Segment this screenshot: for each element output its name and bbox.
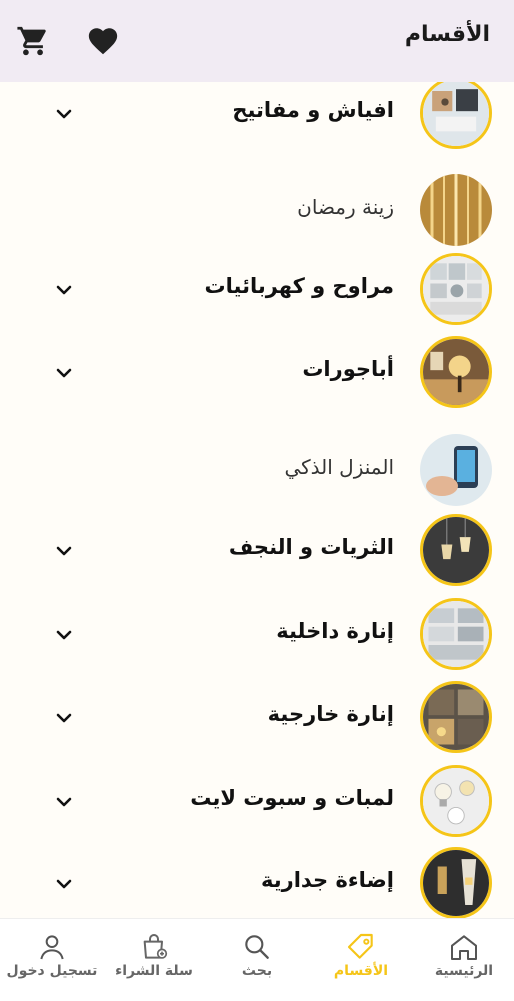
cart-icon[interactable] [16,24,50,58]
nav-home[interactable]: الرئيسية [422,919,506,1001]
category-label: زينة رمضان [297,195,394,219]
category-thumbnail [420,174,492,246]
chevron-down-icon[interactable] [52,539,76,563]
chevron-down-icon[interactable] [52,102,76,126]
category-label: أباجورات [302,357,394,381]
chevron-down-icon[interactable] [52,623,76,647]
shopping-bag-icon [143,934,168,959]
category-label: لمبات و سبوت لايت [190,786,394,810]
category-thumbnail [420,253,492,325]
category-list[interactable]: افياش و مفاتيح زينة رمضان مراوح و كهربائ… [0,82,514,918]
category-item-ramadan-decor[interactable]: زينة رمضان [0,171,514,255]
search-icon [245,935,269,959]
category-label: مراوح و كهربائيات [204,274,394,298]
category-thumbnail [420,434,492,506]
nav-cart-label: سلة الشراء [115,963,193,979]
category-thumbnail [420,514,492,586]
home-icon [451,935,477,960]
category-item-switches[interactable]: افياش و مفاتيح [0,82,514,158]
category-thumbnail [420,847,492,918]
category-thumbnail [420,82,492,149]
category-item-wall-lighting[interactable]: إضاءة جدارية [0,844,514,918]
tag-icon [347,933,373,959]
nav-login[interactable]: تسجيل دخول [0,919,104,1001]
category-thumbnail [420,336,492,408]
category-thumbnail [420,765,492,837]
category-label: إنارة خارجية [267,702,394,726]
category-thumbnail [420,598,492,670]
category-item-lamps[interactable]: أباجورات [0,333,514,417]
category-item-chandeliers[interactable]: الثريات و النجف [0,511,514,595]
user-icon [40,935,64,960]
app-header: الأقسام [0,0,514,82]
nav-login-label: تسجيل دخول [6,963,98,979]
heart-icon[interactable] [86,24,120,58]
nav-categories[interactable]: الأقسام [322,919,400,1001]
nav-cart[interactable]: سلة الشراء [106,919,202,1001]
category-label: افياش و مفاتيح [232,98,394,122]
category-item-smart-home[interactable]: المنزل الذكي [0,431,514,515]
nav-home-label: الرئيسية [434,963,494,979]
nav-categories-label: الأقسام [333,963,389,979]
chevron-down-icon[interactable] [52,278,76,302]
category-item-fans[interactable]: مراوح و كهربائيات [0,250,514,334]
nav-search-label: بحث [241,963,273,979]
page-title: الأقسام [404,22,490,47]
chevron-down-icon[interactable] [52,790,76,814]
chevron-down-icon[interactable] [52,361,76,385]
chevron-down-icon[interactable] [52,872,76,896]
bottom-navigation: الرئيسية الأقسام بحث سلة الشراء تسجيل دخ… [0,918,514,1001]
category-label: إضاءة جدارية [261,868,394,892]
category-item-indoor-lighting[interactable]: إنارة داخلية [0,595,514,679]
category-label: الثريات و النجف [228,535,394,559]
nav-search[interactable]: بحث [222,919,292,1001]
category-label: إنارة داخلية [276,619,394,643]
category-label: المنزل الذكي [284,455,394,479]
category-item-outdoor-lighting[interactable]: إنارة خارجية [0,678,514,762]
chevron-down-icon[interactable] [52,706,76,730]
category-thumbnail [420,681,492,753]
category-item-bulbs-spotlights[interactable]: لمبات و سبوت لايت [0,762,514,846]
